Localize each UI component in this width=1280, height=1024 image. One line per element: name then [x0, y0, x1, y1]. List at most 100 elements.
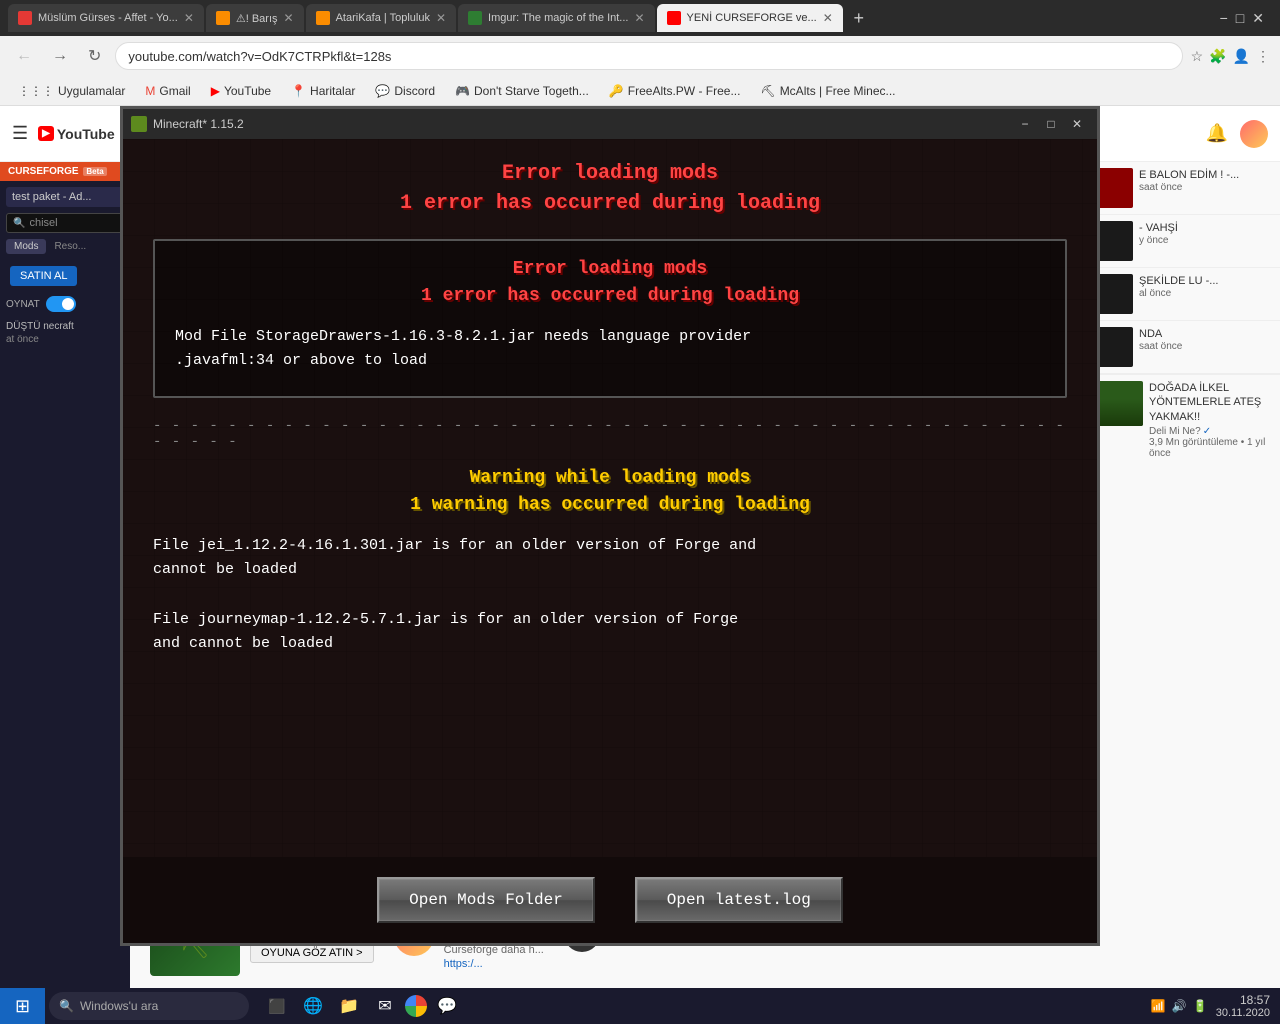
open-latest-log-button[interactable]: Open latest.log: [635, 877, 843, 923]
profile-icon[interactable]: 👤: [1233, 48, 1250, 65]
tab3-close[interactable]: ✕: [436, 11, 446, 25]
yt-logo-text: YouTube: [57, 126, 115, 142]
browser-chrome: Müslüm Gürses - Affet - Yo... ✕ ⚠! Barış…: [0, 0, 1280, 106]
cf-toggle-switch[interactable]: [46, 296, 76, 312]
bookmark-freeAlts-label: FreeAlts.PW - Free...: [628, 84, 741, 98]
url-input[interactable]: [115, 42, 1182, 70]
tab5-close[interactable]: ✕: [823, 11, 833, 25]
notification-bell-icon[interactable]: 🔔: [1206, 123, 1228, 144]
mc-warning-title-line1: Warning while loading mods: [153, 465, 1067, 492]
cf-mods-tab[interactable]: Mods: [6, 239, 46, 254]
window-minimize[interactable]: −: [1220, 10, 1228, 26]
address-icons: ☆ 🧩 👤 ⋮: [1191, 48, 1270, 65]
tab1-close[interactable]: ✕: [184, 11, 194, 25]
hamburger-menu-icon[interactable]: ☰: [12, 123, 28, 144]
back-button[interactable]: ←: [10, 45, 38, 67]
mc-warning-title-line2: 1 warning has occurred during loading: [153, 492, 1067, 519]
taskbar-mail[interactable]: ✉: [369, 990, 401, 1022]
bottom-suggestion-title: DOĞADA İLKEL YÖNTEMLERLE ATEŞ YAKMAK!!: [1149, 381, 1272, 424]
tab1-favicon: [18, 11, 32, 25]
cf-purchase-button[interactable]: SATIN AL: [10, 266, 77, 286]
bookmark-gmail-label: Gmail: [159, 84, 190, 98]
bookmark-star-icon[interactable]: ☆: [1191, 48, 1204, 65]
cf-header: CURSEFORGE Beta: [0, 162, 130, 181]
menu-icon[interactable]: ⋮: [1256, 48, 1270, 65]
cf-toggle-label: OYNAT: [6, 299, 40, 310]
mc-maximize-button[interactable]: □: [1039, 114, 1063, 134]
forward-button[interactable]: →: [46, 45, 74, 67]
taskbar-chrome[interactable]: [405, 995, 427, 1017]
tab5-favicon: [667, 11, 681, 25]
tab-5[interactable]: YENİ CURSEFORGE ve... ✕: [657, 4, 843, 32]
system-clock[interactable]: 18:57 30.11.2020: [1216, 993, 1270, 1019]
bookmark-apps[interactable]: ⋮⋮⋮ Uygulamalar: [10, 82, 133, 100]
cf-reso-tab[interactable]: Reso...: [50, 239, 90, 254]
cf-search-text[interactable]: chisel: [29, 217, 57, 229]
tab2-favicon: [216, 11, 230, 25]
bottom-suggestion-channel: Deli Mi Ne?: [1149, 426, 1201, 437]
mc-warning-message1: File jei_1.12.2-4.16.1.301.jar is for an…: [153, 534, 1067, 582]
view-game-button[interactable]: OYUNA GÖZ ATIN >: [250, 943, 374, 963]
mc-error-box: Error loading mods 1 error has occurred …: [153, 239, 1067, 398]
extensions-icon[interactable]: 🧩: [1209, 48, 1226, 65]
mc-close-button[interactable]: ✕: [1065, 114, 1089, 134]
bookmark-discord[interactable]: 💬 Discord: [367, 82, 443, 100]
clock-time: 18:57: [1216, 993, 1270, 1007]
suggestion4-views: saat önce: [1139, 341, 1272, 352]
bookmark-apps-label: Uygulamalar: [58, 84, 125, 98]
youtube-logo[interactable]: ▶ YouTube: [38, 126, 115, 142]
taskbar-edge[interactable]: 🌐: [297, 990, 329, 1022]
cf-info-text: DÜŞTÜ necraft: [6, 320, 124, 334]
bookmark-maps[interactable]: 📍 Haritalar: [283, 82, 363, 100]
discord-icon: 💬: [375, 84, 390, 98]
tab4-close[interactable]: ✕: [634, 11, 644, 25]
user-avatar[interactable]: [1240, 120, 1268, 148]
tab-1[interactable]: Müslüm Gürses - Affet - Yo... ✕: [8, 4, 204, 32]
start-icon: ⊞: [15, 996, 30, 1017]
mc-error-box-line1: Error loading mods: [175, 256, 1045, 283]
system-tray-icons: 📶 🔊 🔋: [1151, 999, 1208, 1013]
window-maximize[interactable]: □: [1236, 10, 1244, 26]
tab-4[interactable]: Imgur: The magic of the Int... ✕: [458, 4, 654, 32]
bookmark-youtube[interactable]: ▶ YouTube: [203, 82, 279, 100]
taskbar-task-view[interactable]: ⬛: [261, 990, 293, 1022]
bookmark-freeAlts[interactable]: 🔑 FreeAlts.PW - Free...: [601, 82, 749, 100]
start-button[interactable]: ⊞: [0, 988, 45, 1024]
bookmark-mcAlts[interactable]: ⛏ McAlts | Free Minec...: [752, 82, 903, 100]
suggestion2-info: - VAHŞİ y önce: [1139, 221, 1272, 261]
mc-minimize-button[interactable]: −: [1013, 114, 1037, 134]
tab-bar: Müslüm Gürses - Affet - Yo... ✕ ⚠! Barış…: [0, 0, 1280, 36]
taskbar-search[interactable]: 🔍 Windows'u ara: [49, 992, 249, 1020]
bookmark-youtube-label: YouTube: [224, 84, 271, 98]
open-mods-folder-button[interactable]: Open Mods Folder: [377, 877, 595, 923]
taskbar-discord[interactable]: 💬: [431, 990, 463, 1022]
mc-error-title: Error loading mods 1 error has occurred …: [153, 159, 1067, 219]
reload-button[interactable]: ↻: [82, 44, 107, 68]
suggestion4-info: NDA saat önce: [1139, 327, 1272, 367]
search-icon: 🔍: [59, 999, 74, 1013]
tab-3[interactable]: AtariKafa | Topluluk ✕: [306, 4, 456, 32]
window-close[interactable]: ✕: [1252, 10, 1264, 27]
tab-2[interactable]: ⚠! Barış ✕: [206, 4, 304, 32]
channel-link[interactable]: https:/...: [444, 958, 544, 970]
new-tab-button[interactable]: +: [845, 4, 873, 32]
bookmark-gmail[interactable]: M Gmail: [137, 82, 198, 100]
bookmarks-bar: ⋮⋮⋮ Uygulamalar M Gmail ▶ YouTube 📍 Hari…: [0, 76, 1280, 106]
clock-date: 30.11.2020: [1216, 1007, 1270, 1019]
cf-views-text: at önce: [6, 334, 124, 345]
mc-title-text: Minecraft* 1.15.2: [153, 117, 1013, 131]
bookmark-maps-label: Haritalar: [310, 84, 355, 98]
minecraft-dialog: Minecraft* 1.15.2 − □ ✕ Error loading mo…: [120, 106, 1100, 946]
tab4-favicon: [468, 11, 482, 25]
dontstarve-icon: 🎮: [455, 84, 470, 98]
cf-logo-text: CURSEFORGE: [8, 166, 79, 177]
bookmark-dontstarve[interactable]: 🎮 Don't Starve Togeth...: [447, 82, 597, 100]
suggestion1-views: saat önce: [1139, 182, 1272, 193]
bottom-suggestion-views: 3,9 Mn görüntüleme • 1 yıl önce: [1149, 437, 1272, 459]
mc-titlebar: Minecraft* 1.15.2 − □ ✕: [123, 109, 1097, 139]
tab2-close[interactable]: ✕: [284, 11, 294, 25]
tab1-title: Müslüm Gürses - Affet - Yo...: [38, 12, 178, 24]
verified-checkmark-icon: ✓: [1203, 426, 1211, 437]
suggestion2-title: - VAHŞİ: [1139, 221, 1272, 235]
taskbar-explorer[interactable]: 📁: [333, 990, 365, 1022]
